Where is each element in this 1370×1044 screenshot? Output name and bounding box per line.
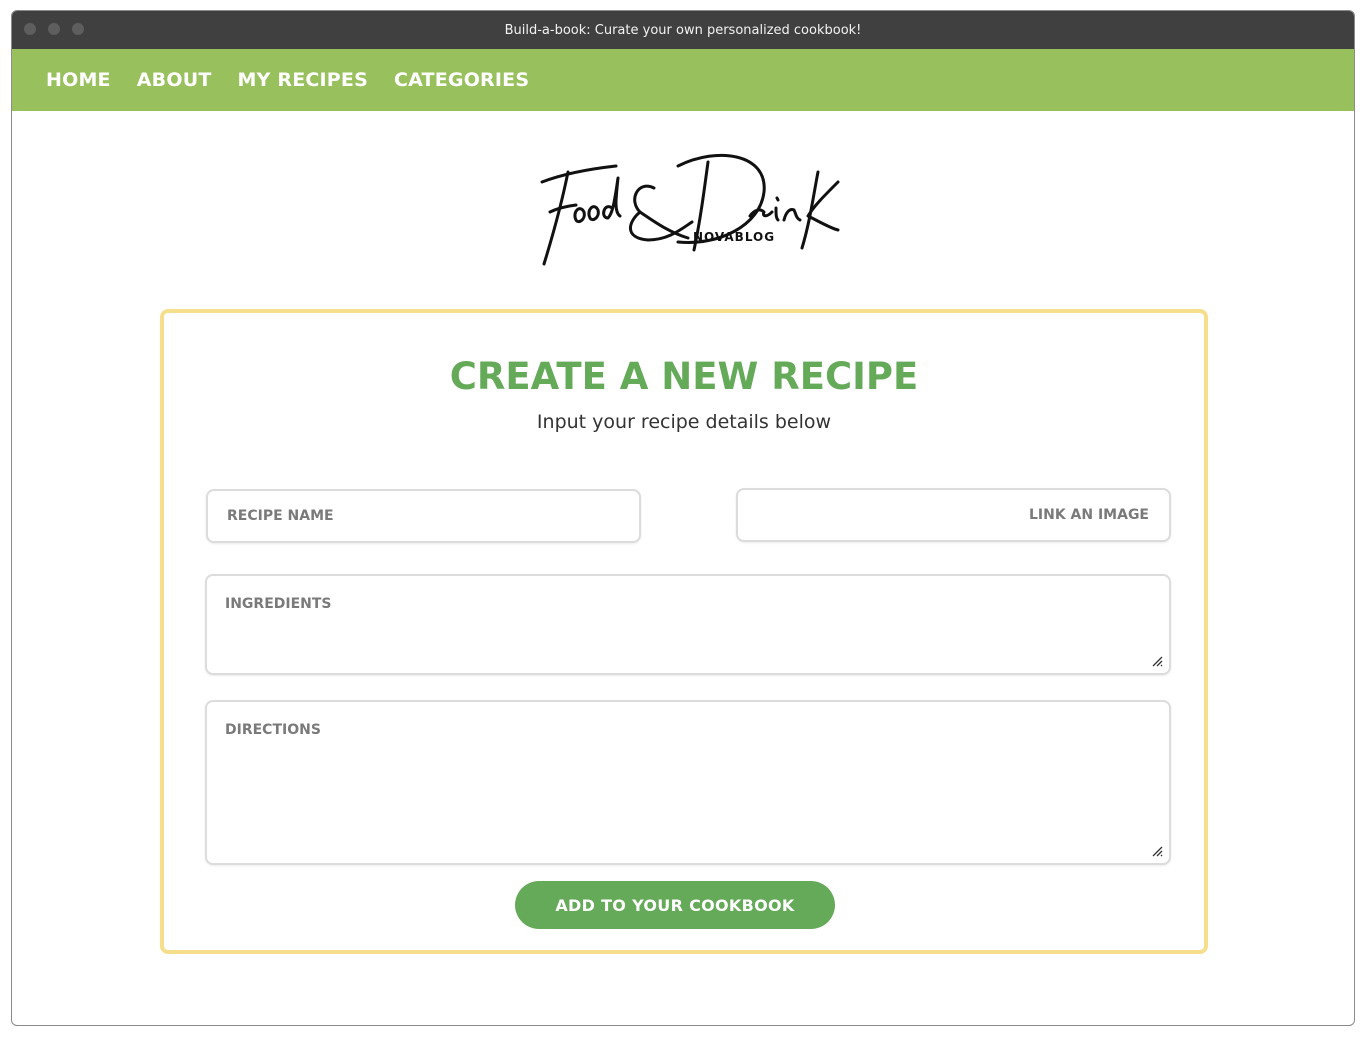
recipe-name-input[interactable] <box>227 491 620 541</box>
window-controls <box>24 23 84 35</box>
page-title: CREATE A NEW RECIPE <box>449 355 919 398</box>
minimize-window-button[interactable] <box>48 23 60 35</box>
image-link-input[interactable] <box>758 490 1149 540</box>
resize-grip-icon[interactable] <box>1151 845 1163 857</box>
image-link-field <box>736 488 1171 542</box>
nav-categories[interactable]: CATEGORIES <box>394 69 529 91</box>
top-nav: HOME ABOUT MY RECIPES CATEGORIES <box>12 49 1354 111</box>
site-logo[interactable]: NOVABLOG <box>528 142 844 268</box>
resize-grip-icon[interactable] <box>1151 655 1163 667</box>
logo-subtitle: NOVABLOG <box>693 230 776 244</box>
close-window-button[interactable] <box>24 23 36 35</box>
window-title: Build-a-book: Curate your own personaliz… <box>504 22 862 38</box>
recipe-name-field <box>206 489 641 543</box>
ingredients-field <box>205 574 1171 675</box>
page-subtitle: Input your recipe details below <box>536 411 832 433</box>
nav-about[interactable]: ABOUT <box>137 69 212 91</box>
directions-textarea[interactable] <box>225 722 1151 843</box>
add-to-cookbook-button[interactable]: ADD TO YOUR COOKBOOK <box>515 881 835 929</box>
directions-field <box>205 700 1171 865</box>
maximize-window-button[interactable] <box>72 23 84 35</box>
create-recipe-card: CREATE A NEW RECIPE Input your recipe de… <box>160 309 1208 954</box>
nav-home[interactable]: HOME <box>46 69 111 91</box>
food-drink-script-logo <box>540 153 840 266</box>
ingredients-textarea[interactable] <box>225 596 1151 653</box>
nav-my-recipes[interactable]: MY RECIPES <box>237 69 368 91</box>
title-bar: Build-a-book: Curate your own personaliz… <box>12 11 1354 49</box>
